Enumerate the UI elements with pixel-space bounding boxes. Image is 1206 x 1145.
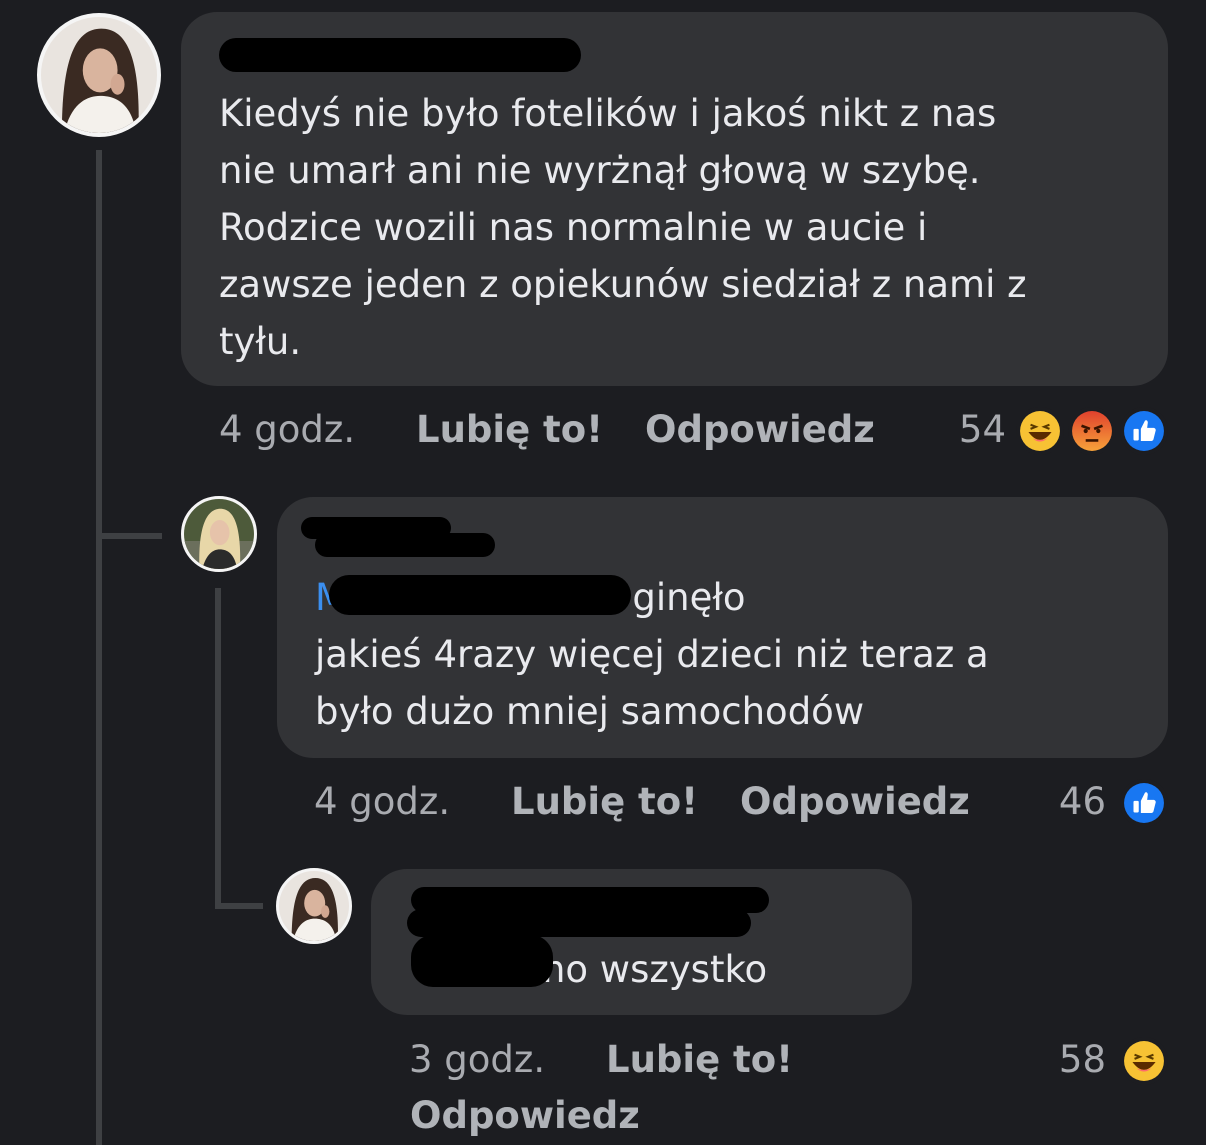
comment-bubble-3: C a mimo wszystko [371,869,912,1015]
like-icon [1120,779,1168,827]
profile-photo [184,499,254,569]
comment-time: 3 godz. [409,1038,546,1081]
comment-bubble-2: M k w roku 1990 ginęło jakieś 4razy więc… [277,497,1168,758]
reply-button[interactable]: Odpowiedz [740,780,970,823]
reaction-count[interactable]: 54 [930,408,1006,451]
like-button[interactable]: Lubię to! [511,780,698,823]
reply-button[interactable]: Odpowiedz [645,408,875,451]
like-icon [1120,407,1168,455]
comment-bubble-1: Kiedyś nie było fotelików i jakoś nikt z… [181,12,1168,386]
redacted-author-name [315,533,495,557]
reaction-count[interactable]: 58 [1030,1038,1106,1081]
redacted-author-name [219,38,581,72]
avatar[interactable] [276,868,352,944]
avatar[interactable] [37,13,161,137]
haha-icon [1120,1037,1168,1085]
haha-icon [1016,407,1064,455]
reaction-count[interactable]: 46 [1030,780,1106,823]
thread-line-main [96,150,102,1145]
reaction-summary[interactable] [1120,1037,1172,1085]
comment-time: 4 godz. [219,408,356,451]
redacted-author-name [407,909,751,937]
like-button[interactable]: Lubię to! [416,408,603,451]
comment-time: 4 godz. [314,780,451,823]
comment-text: Kiedyś nie było fotelików i jakoś nikt z… [219,92,1027,363]
profile-photo [279,871,349,941]
like-button[interactable]: Lubię to! [606,1038,793,1081]
avatar[interactable] [181,496,257,572]
redacted-mention [411,935,553,987]
thread-line-branch-2 [215,903,263,909]
reply-button[interactable]: Odpowiedz [410,1094,640,1137]
redacted-mention [329,575,631,615]
thread-line-sub [215,588,221,908]
angry-icon [1068,407,1116,455]
thread-line-branch-1 [96,533,162,539]
reaction-summary[interactable] [1120,779,1172,827]
profile-photo [41,17,157,133]
reaction-summary[interactable] [1016,407,1172,455]
